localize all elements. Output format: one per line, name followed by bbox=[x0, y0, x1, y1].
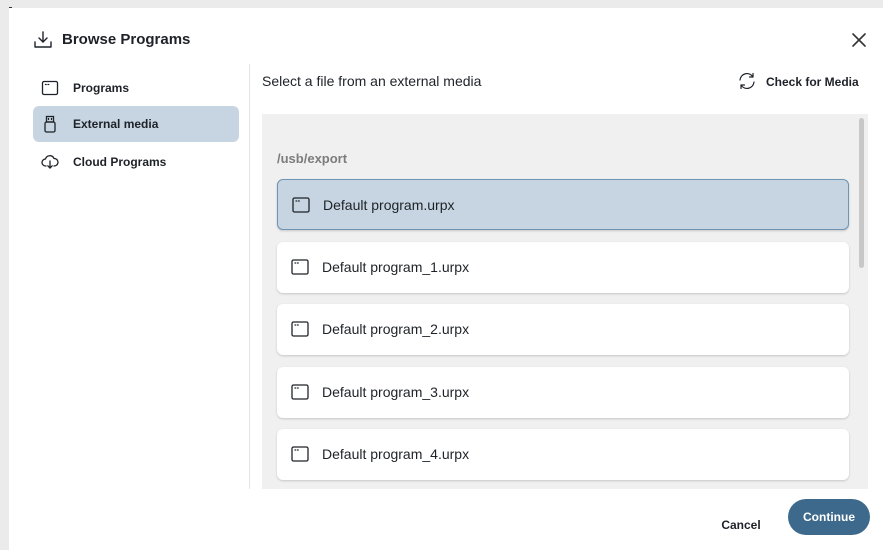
dialog-header: Browse Programs bbox=[9, 8, 883, 64]
refresh-icon bbox=[739, 72, 755, 90]
sidebar-item-label: Programs bbox=[73, 81, 130, 95]
cloud-download-icon bbox=[41, 155, 59, 169]
close-icon[interactable] bbox=[849, 30, 869, 50]
file-item[interactable]: Default program.urpx bbox=[277, 179, 849, 230]
program-file-icon bbox=[291, 446, 309, 462]
file-name: Default program_2.urpx bbox=[322, 321, 470, 337]
dialog-title: Browse Programs bbox=[62, 31, 191, 48]
main-content: Select a file from an external media Che… bbox=[251, 64, 883, 489]
file-name: Default program_4.urpx bbox=[322, 446, 470, 462]
sidebar-item-label: External media bbox=[73, 117, 159, 131]
file-name: Default program_1.urpx bbox=[322, 259, 470, 275]
usb-drive-icon bbox=[44, 115, 56, 133]
file-item[interactable]: Default program_1.urpx bbox=[277, 242, 849, 293]
check-for-media-label: Check for Media bbox=[766, 75, 859, 89]
file-item[interactable]: Default program_2.urpx bbox=[277, 304, 849, 355]
dialog-footer: Cancel Continue bbox=[9, 489, 883, 550]
file-list-panel: /usb/export Default program.urpx Default… bbox=[262, 114, 868, 489]
program-file-icon bbox=[291, 384, 309, 400]
program-file-icon bbox=[291, 259, 309, 275]
page-subtitle: Select a file from an external media bbox=[262, 73, 482, 89]
file-name: Default program_3.urpx bbox=[322, 384, 470, 400]
vertical-scrollbar[interactable] bbox=[859, 118, 864, 268]
file-item[interactable]: Default program_3.urpx bbox=[277, 367, 849, 418]
program-window-icon bbox=[41, 80, 59, 96]
file-item[interactable]: Default program_4.urpx bbox=[277, 429, 849, 480]
sidebar-item-programs[interactable]: Programs bbox=[33, 70, 239, 106]
download-icon bbox=[34, 31, 52, 48]
check-for-media-button[interactable]: Check for Media bbox=[734, 67, 864, 95]
file-name: Default program.urpx bbox=[323, 197, 455, 213]
continue-button[interactable]: Continue bbox=[788, 499, 870, 535]
browse-programs-dialog: Browse Programs Programs External media bbox=[9, 8, 883, 550]
sidebar-item-cloud-programs[interactable]: Cloud Programs bbox=[33, 144, 239, 180]
program-file-icon bbox=[292, 197, 310, 213]
sidebar-item-external-media[interactable]: External media bbox=[33, 106, 239, 142]
path-label: /usb/export bbox=[277, 151, 348, 166]
sidebar: Programs External media Cloud Programs bbox=[9, 64, 250, 489]
cancel-button[interactable]: Cancel bbox=[709, 507, 773, 543]
program-file-icon bbox=[291, 321, 309, 337]
sidebar-item-label: Cloud Programs bbox=[73, 155, 167, 169]
